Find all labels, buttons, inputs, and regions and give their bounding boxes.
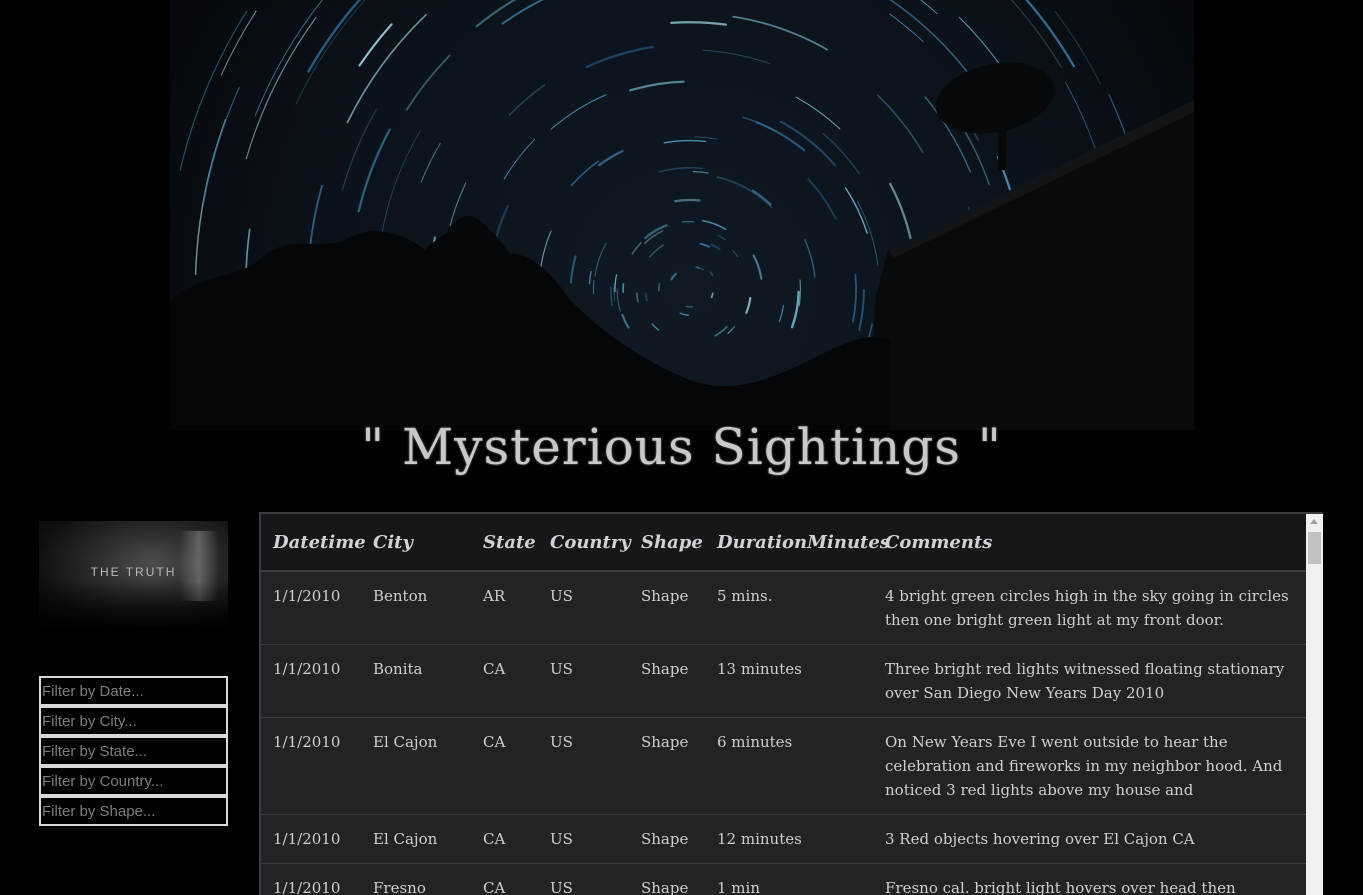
cell-duration: 13 minutes bbox=[705, 644, 873, 718]
cell-duration: 1 min bbox=[705, 863, 873, 895]
header-city[interactable]: City bbox=[361, 514, 471, 572]
sightings-table-container[interactable]: Datetime City State Country Shape Durati… bbox=[259, 512, 1323, 895]
cell-shape: Shape bbox=[629, 644, 705, 718]
filter-shape-input[interactable] bbox=[39, 796, 228, 826]
table-row: 1/1/2010 El Cajon CA US Shape 6 minutes … bbox=[261, 717, 1306, 815]
header-datetime[interactable]: Datetime bbox=[261, 514, 366, 572]
filter-panel bbox=[39, 676, 228, 826]
star-trail bbox=[657, 282, 661, 292]
cell-country: US bbox=[538, 717, 629, 815]
cell-shape: Shape bbox=[629, 863, 705, 895]
cell-datetime: 1/1/2010 bbox=[261, 717, 361, 815]
cell-city: El Cajon bbox=[361, 814, 471, 864]
cell-country: US bbox=[550, 587, 573, 605]
header-comments[interactable]: Comments bbox=[873, 514, 1306, 572]
cell-state: AR bbox=[483, 587, 506, 605]
cell-shape: Shape bbox=[641, 587, 689, 605]
cell-duration: 5 mins. bbox=[717, 587, 773, 605]
header-state[interactable]: State bbox=[471, 514, 538, 572]
cell-state: CA bbox=[471, 644, 538, 718]
cell-duration: 12 minutes bbox=[705, 814, 873, 864]
scroll-up-arrow-icon[interactable] bbox=[1310, 519, 1318, 524]
image-vignette bbox=[39, 581, 228, 627]
cell-city: Benton bbox=[373, 587, 428, 605]
header-country[interactable]: Country bbox=[538, 514, 631, 572]
sightings-table: Datetime City State Country Shape Durati… bbox=[261, 514, 1306, 895]
cell-comments: 3 Red objects hovering over El Cajon CA bbox=[873, 814, 1306, 864]
the-truth-image: THE TRUTH bbox=[39, 521, 228, 627]
table-row: 1/1/2010 Fresno CA US Shape 1 min Fresno… bbox=[261, 863, 1306, 895]
cell-shape: Shape bbox=[629, 814, 705, 864]
table-row: 1/1/2010 Benton AR US Shape 5 mins. 4 br… bbox=[261, 571, 1306, 645]
cell-comments: Three bright red lights witnessed floati… bbox=[873, 644, 1306, 718]
star-trail bbox=[635, 292, 639, 303]
hero-star-trails-image bbox=[170, 0, 1194, 430]
cell-comments: On New Years Eve I went outside to hear … bbox=[873, 717, 1306, 815]
cell-city: Bonita bbox=[361, 644, 471, 718]
cell-state: CA bbox=[471, 863, 538, 895]
table-row: 1/1/2010 Bonita CA US Shape 13 minutes T… bbox=[261, 644, 1306, 718]
cell-duration: 6 minutes bbox=[705, 717, 873, 815]
header-shape[interactable]: Shape bbox=[629, 514, 705, 572]
cell-comments: Fresno cal. bright light hovers over hea… bbox=[873, 863, 1306, 895]
star-trail bbox=[710, 292, 714, 299]
cell-shape: Shape bbox=[629, 717, 705, 815]
cell-city: El Cajon bbox=[361, 717, 471, 815]
the-truth-label: THE TRUTH bbox=[90, 565, 177, 579]
filter-city-input[interactable] bbox=[39, 706, 228, 736]
table-scrollbar[interactable] bbox=[1306, 514, 1323, 895]
cell-datetime: 1/1/2010 bbox=[273, 587, 341, 605]
cell-datetime: 1/1/2010 bbox=[261, 814, 361, 864]
cell-datetime: 1/1/2010 bbox=[261, 863, 361, 895]
cell-country: US bbox=[538, 814, 629, 864]
scrollbar-thumb[interactable] bbox=[1308, 532, 1321, 564]
cell-state: CA bbox=[471, 814, 538, 864]
star-trail bbox=[674, 198, 701, 203]
header-duration-minutes[interactable]: DurationMinutes bbox=[705, 514, 890, 572]
cell-city: Fresno bbox=[361, 863, 471, 895]
page-title: " Mysterious Sightings " bbox=[361, 418, 1002, 476]
filter-country-input[interactable] bbox=[39, 766, 228, 796]
cell-country: US bbox=[538, 863, 629, 895]
cell-datetime: 1/1/2010 bbox=[261, 644, 361, 718]
table-row: 1/1/2010 El Cajon CA US Shape 12 minutes… bbox=[261, 814, 1306, 864]
filter-date-input[interactable] bbox=[39, 676, 228, 706]
cell-state: CA bbox=[471, 717, 538, 815]
filter-state-input[interactable] bbox=[39, 736, 228, 766]
cell-country: US bbox=[538, 644, 629, 718]
table-header-row: Datetime City State Country Shape Durati… bbox=[261, 514, 1306, 572]
cell-comments: 4 bright green circles high in the sky g… bbox=[885, 587, 1289, 629]
